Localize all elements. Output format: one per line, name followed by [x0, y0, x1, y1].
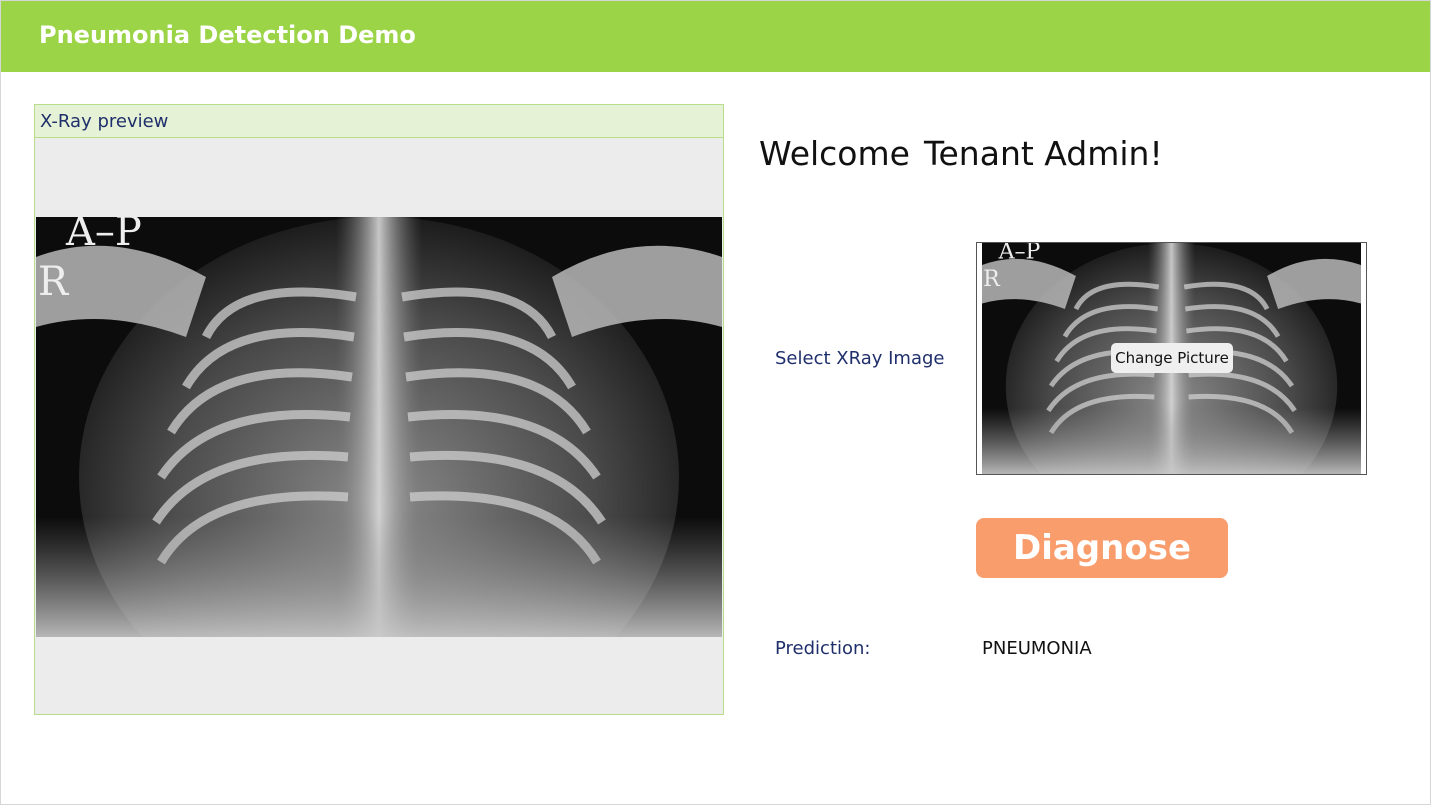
diagnose-button[interactable]: Diagnose	[976, 518, 1228, 578]
change-picture-button[interactable]: Change Picture	[1111, 343, 1233, 373]
prediction-label: Prediction:	[775, 638, 871, 659]
preview-title: X-Ray preview	[40, 111, 169, 132]
welcome-user-name: Tenant Admin!	[923, 134, 1163, 173]
xray-preview-panel: X-Ray preview	[34, 104, 724, 715]
prediction-value: PNEUMONIA	[982, 638, 1092, 659]
xray-image-picker[interactable]: Change Picture	[976, 242, 1367, 475]
welcome-greeting: Welcome	[759, 134, 910, 173]
welcome-message: Welcome Tenant Admin!	[759, 134, 1177, 173]
app-title: Pneumonia Detection Demo	[39, 21, 416, 49]
select-xray-label: Select XRay Image	[775, 348, 945, 369]
app-header: Pneumonia Detection Demo	[1, 1, 1430, 72]
preview-header: X-Ray preview	[35, 105, 723, 138]
xray-preview-image	[36, 217, 722, 637]
